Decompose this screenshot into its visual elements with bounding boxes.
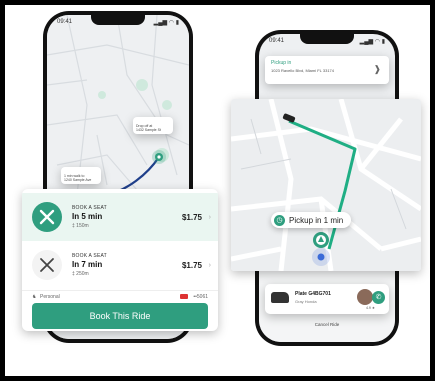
origin-tag-text: 1 min walk to 1240 Sample Ave: [64, 173, 92, 183]
pickup-time-label: Pickup in 1 min: [289, 215, 344, 225]
payment-row[interactable]: ♞ Personal ••5061: [22, 290, 218, 303]
walk-icon: ❱: [373, 64, 381, 74]
driver-card[interactable]: Plate G4BG701 Gray Honda ✆ 4.9 ★: [265, 284, 389, 314]
driver-car: Gray Honda: [295, 299, 317, 304]
ride-option-distance: ‡ 250m: [72, 270, 89, 277]
ride-option-label: BOOK A SEAT: [72, 204, 107, 211]
ride-option-distance: ‡ 150m: [72, 222, 89, 229]
book-ride-button[interactable]: Book This Ride: [32, 303, 208, 329]
profile-icon: ♞: [32, 294, 37, 300]
origin-tag: 1 min walk to 1240 Sample Ave: [61, 167, 101, 184]
ride-option-price: $1.75: [181, 212, 202, 222]
call-driver-button[interactable]: ✆: [372, 291, 385, 304]
driver-avatar: [357, 289, 373, 305]
status-time: 09:41: [57, 19, 73, 25]
scooter-icon: [32, 202, 62, 232]
scooter-icon: [32, 250, 62, 280]
ride-option-1[interactable]: BOOK A SEAT In 5 min ‡ 150m $1.75 ›: [22, 193, 218, 241]
route-map: [231, 99, 421, 271]
driver-rating: 4.9 ★: [366, 306, 375, 310]
chevron-right-icon: ›: [208, 213, 211, 221]
clock-icon: ◷: [274, 214, 285, 226]
ride-option-eta: In 7 min: [72, 259, 103, 269]
status-icons: ▂▄▆ ◠ ▮: [153, 20, 179, 26]
phone-notch: [300, 34, 354, 44]
driver-plate: Plate G4BG701: [295, 291, 331, 297]
payment-card-number: ••5061: [193, 294, 208, 300]
pickup-card[interactable]: Pickup in 1023 Ravello Blvd, Miami FL 33…: [265, 56, 389, 84]
screenshot-frame: 09:41 ▂▄▆ ◠ ▮ Drop off at 1432 Sample St…: [5, 5, 430, 376]
destination-tag: Drop off at 1432 Sample St: [133, 117, 173, 134]
pickup-card-address: 1023 Ravello Blvd, Miami FL 33174: [271, 68, 334, 73]
ride-option-label: BOOK A SEAT: [72, 252, 107, 259]
pickup-time-pill: ◷ Pickup in 1 min: [271, 212, 352, 228]
card-icon: [180, 294, 188, 299]
status-icons: ▂▄▆ ◠ ▮: [359, 39, 385, 45]
destination-tag-text: Drop off at 1432 Sample St: [136, 123, 161, 133]
cancel-ride-button[interactable]: Cancel Ride: [259, 322, 395, 327]
car-image: [271, 292, 289, 303]
status-time: 09:41: [269, 38, 285, 44]
book-ride-label: Book This Ride: [89, 311, 151, 321]
payment-method: Personal: [40, 294, 60, 300]
ride-option-price: $1.75: [181, 260, 202, 270]
cancel-ride-label: Cancel Ride: [314, 322, 340, 327]
pickup-card-title: Pickup in: [271, 60, 292, 66]
chevron-right-icon: ›: [208, 261, 211, 269]
route-map-panel[interactable]: ◷ Pickup in 1 min: [231, 99, 421, 271]
phone-notch: [91, 15, 145, 25]
ride-selection-sheet: BOOK A SEAT In 5 min ‡ 150m $1.75 › BOOK…: [22, 189, 218, 331]
ride-option-2[interactable]: BOOK A SEAT In 7 min ‡ 250m $1.75 ›: [22, 241, 218, 289]
ride-option-eta: In 5 min: [72, 211, 103, 221]
